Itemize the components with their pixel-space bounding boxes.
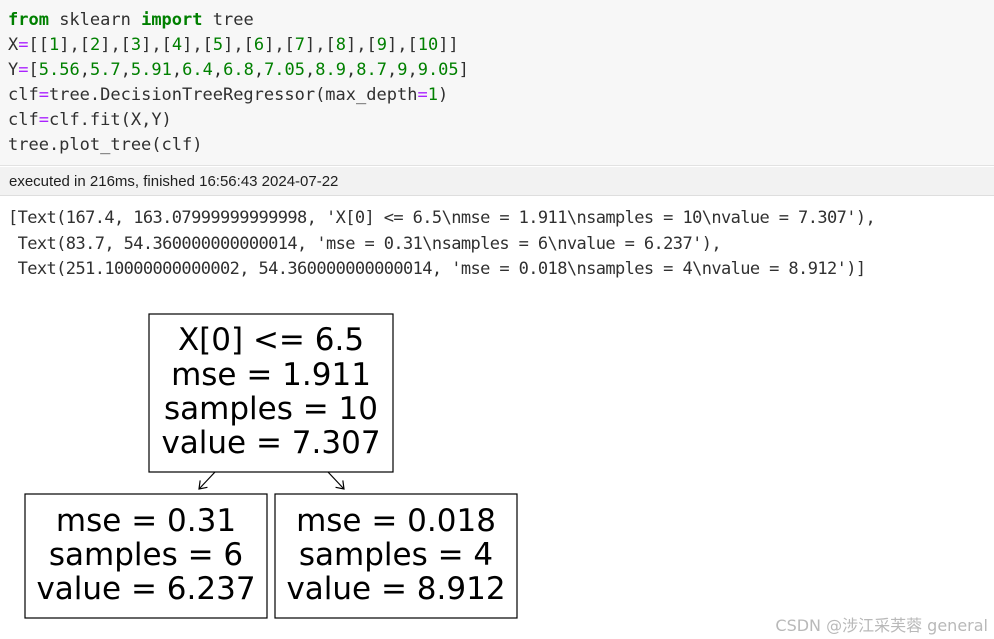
code-token: 2 [89, 35, 101, 55]
code-token: = [417, 85, 428, 105]
code-token: 4 [171, 35, 183, 55]
code-token: 5.56 [38, 60, 80, 80]
code-token: = [18, 35, 29, 55]
code-token: ] [458, 60, 469, 80]
code-token: , [407, 60, 418, 80]
tree-node-left: mse = 0.31 samples = 6 value = 6.237 [24, 493, 268, 619]
code-token: , [386, 60, 398, 80]
code-token: , [120, 60, 131, 80]
code-token: clf [8, 110, 39, 130]
code-token: from [8, 10, 49, 30]
tree-node-right: mse = 0.018 samples = 4 value = 8.912 [274, 493, 518, 619]
code-token: ],[ [223, 35, 254, 55]
code-token: ],[ [59, 35, 90, 55]
code-token: , [212, 60, 224, 80]
code-token: 9.05 [417, 60, 459, 80]
code-line: Y=[5.56,5.7,5.91,6.4,6.8,7.05,8.9,8.7,9,… [8, 58, 469, 83]
watermark: CSDN @涉江采芙蓉 general [775, 616, 988, 635]
code-line: tree.plot_tree(clf) [8, 133, 202, 158]
root-node-line-4: value = 7.307 [161, 425, 380, 461]
code-token: , [345, 60, 357, 80]
tree-edge-left [198, 471, 216, 490]
left-node-line-2: samples = 6 [49, 537, 243, 573]
code-token: tree [202, 10, 254, 30]
code-token: X [8, 35, 19, 55]
root-node-line-2: mse = 1.911 [171, 357, 371, 393]
code-token: tree.plot_tree(clf) [8, 135, 203, 155]
right-node-line-3: value = 8.912 [286, 571, 505, 607]
code-line: X=[[1],[2],[3],[4],[5],[6],[7],[8],[9],[… [8, 33, 459, 58]
left-node-line-1: mse = 0.31 [56, 503, 236, 539]
code-token: 5.7 [89, 60, 121, 80]
code-token: clf.fit(X,Y) [48, 110, 172, 130]
code-token: 3 [130, 35, 142, 55]
left-node-line-3: value = 6.237 [36, 571, 255, 607]
execution-status-bar: executed in 216ms, finished 16:56:43 202… [0, 167, 994, 196]
code-token: ],[ [264, 35, 295, 55]
code-token: ],[ [346, 35, 377, 55]
code-token: [ [28, 60, 39, 80]
output-line-1: [Text(167.4, 163.07999999999998, 'X[0] <… [8, 208, 876, 228]
code-token: 7.05 [264, 60, 306, 80]
right-node-line-1: mse = 0.018 [296, 503, 496, 539]
code-token: tree.DecisionTreeRegressor(max_depth [48, 85, 418, 105]
code-token: , [305, 60, 316, 80]
code-token: sklearn [48, 10, 142, 30]
code-token: clf [8, 85, 39, 105]
execution-status-text: executed in 216ms, finished 16:56:43 202… [9, 173, 339, 190]
code-token: 8.7 [356, 60, 387, 80]
tree-edge-right [327, 471, 345, 490]
code-token: 1 [48, 35, 60, 55]
code-token: = [38, 110, 49, 130]
code-token: = [38, 85, 49, 105]
code-token: 10 [417, 35, 439, 55]
code-token: ],[ [141, 35, 172, 55]
code-token: Y [8, 60, 19, 80]
code-token: 6.4 [182, 60, 213, 80]
code-token: 1 [427, 85, 438, 105]
code-line: clf=clf.fit(X,Y) [8, 108, 172, 133]
right-node-line-2: samples = 4 [299, 537, 493, 573]
code-token: = [18, 60, 29, 80]
code-token: ]] [438, 35, 459, 55]
code-token: 9 [397, 60, 408, 80]
root-node-line-1: X[0] <= 6.5 [178, 322, 364, 358]
code-token: 8 [335, 35, 347, 55]
code-token: , [253, 60, 265, 80]
output-line-2: Text(83.7, 54.360000000000014, 'mse = 0.… [8, 234, 722, 254]
code-line: from sklearn import tree [8, 8, 254, 33]
output-line-3: Text(251.10000000000002, 54.360000000000… [8, 259, 866, 279]
code-token: 7 [294, 35, 306, 55]
code-token: [[ [28, 35, 49, 55]
code-token: 6.8 [223, 60, 254, 80]
code-token: ],[ [182, 35, 213, 55]
code-token: import [141, 10, 203, 30]
root-node-line-3: samples = 10 [164, 391, 378, 427]
code-token: 8.9 [315, 60, 346, 80]
code-token: ],[ [305, 35, 336, 55]
code-token: , [79, 60, 90, 80]
code-token: ],[ [100, 35, 131, 55]
code-token: 9 [376, 35, 387, 55]
tree-node-root: X[0] <= 6.5 mse = 1.911 samples = 10 val… [148, 313, 394, 473]
code-token: 6 [253, 35, 265, 55]
code-token: , [171, 60, 183, 80]
code-token: 5.91 [130, 60, 172, 80]
code-cell[interactable]: from sklearn import tree X=[[1],[2],[3],[… [0, 0, 994, 166]
code-token: ],[ [386, 35, 418, 55]
code-token: ) [437, 85, 449, 105]
code-line: clf=tree.DecisionTreeRegressor(max_depth… [8, 83, 448, 108]
code-token: 5 [212, 35, 224, 55]
decision-tree-plot: X[0] <= 6.5 mse = 1.911 samples = 10 val… [24, 313, 518, 619]
